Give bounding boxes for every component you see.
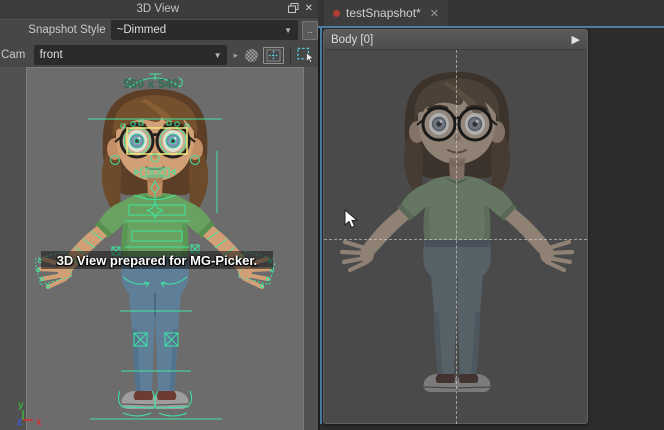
snapshot-style-dropdown[interactable]: ~Dimmed ▼ [111, 20, 298, 40]
resolution-gate-label: 960 x 540 [0, 77, 302, 91]
toolbar-separator [290, 47, 291, 63]
viewport-message: 3D View prepared for MG-Picker. [41, 251, 273, 269]
panel-title: 3D View [0, 3, 288, 15]
tab-bar: testSnapshot* ✕ [318, 0, 664, 26]
chevron-down-icon: ▼ [284, 26, 292, 35]
marquee-select-icon[interactable] [297, 47, 316, 63]
axis-y-label: y [18, 400, 24, 411]
picker-panel-header[interactable]: Body [0] ▶ [324, 30, 587, 50]
picker-canvas[interactable] [324, 50, 587, 424]
expand-arrow-icon[interactable]: ▸ [233, 50, 238, 61]
cam-value: front [40, 49, 208, 61]
snapshot-style-more-button[interactable]: .. [302, 21, 318, 40]
cam-dropdown[interactable]: front ▼ [34, 45, 228, 65]
character-snapshot[interactable] [337, 54, 577, 406]
snapshot-style-row: Snapshot Style ~Dimmed ▼ .. [0, 18, 318, 42]
axis-x-label: x [36, 417, 42, 428]
tab-label: testSnapshot* [346, 6, 421, 20]
resolution-gate-icon[interactable] [263, 47, 284, 64]
3d-view-panel: 3D View ✕ Snapshot Style ~Dimmed ▼ .. Ca… [0, 0, 318, 430]
picker-panel-title: Body [0] [331, 34, 373, 46]
cam-label: Cam [0, 49, 29, 61]
vertical-guide-line [456, 50, 457, 424]
play-arrow-icon[interactable]: ▶ [572, 33, 580, 46]
snapshot-pane: testSnapshot* ✕ Body [0] ▶ [318, 0, 664, 430]
cam-row: Cam front ▼ ▸ [0, 43, 318, 67]
snapshot-style-label: Snapshot Style [0, 24, 106, 36]
horizontal-guide-line [324, 239, 587, 240]
snapshot-style-value: ~Dimmed [117, 24, 278, 36]
app-root: 3D View ✕ Snapshot Style ~Dimmed ▼ .. Ca… [0, 0, 664, 430]
modified-dot-icon [333, 10, 340, 17]
tab-testsnapshot[interactable]: testSnapshot* ✕ [324, 0, 448, 26]
picker-panel-body: Body [0] ▶ [323, 29, 588, 424]
axis-gizmo: y z x [12, 397, 56, 429]
chevron-down-icon: ▼ [214, 51, 222, 60]
axis-z-label: z [17, 417, 22, 428]
tab-close-icon[interactable]: ✕ [430, 7, 439, 20]
restore-window-icon[interactable] [288, 0, 299, 18]
close-panel-icon[interactable]: ✕ [305, 4, 313, 14]
mouse-cursor-icon [344, 209, 360, 231]
focus-border-top [318, 26, 664, 28]
focus-border-left [320, 27, 322, 424]
3d-viewport[interactable]: 960 x 540 3D View prepared for MG-Picker… [0, 67, 318, 430]
panel-titlebar[interactable]: 3D View ✕ [0, 0, 318, 18]
rig-controls-overlay[interactable] [35, 71, 275, 423]
checker-shading-icon[interactable] [244, 48, 259, 63]
